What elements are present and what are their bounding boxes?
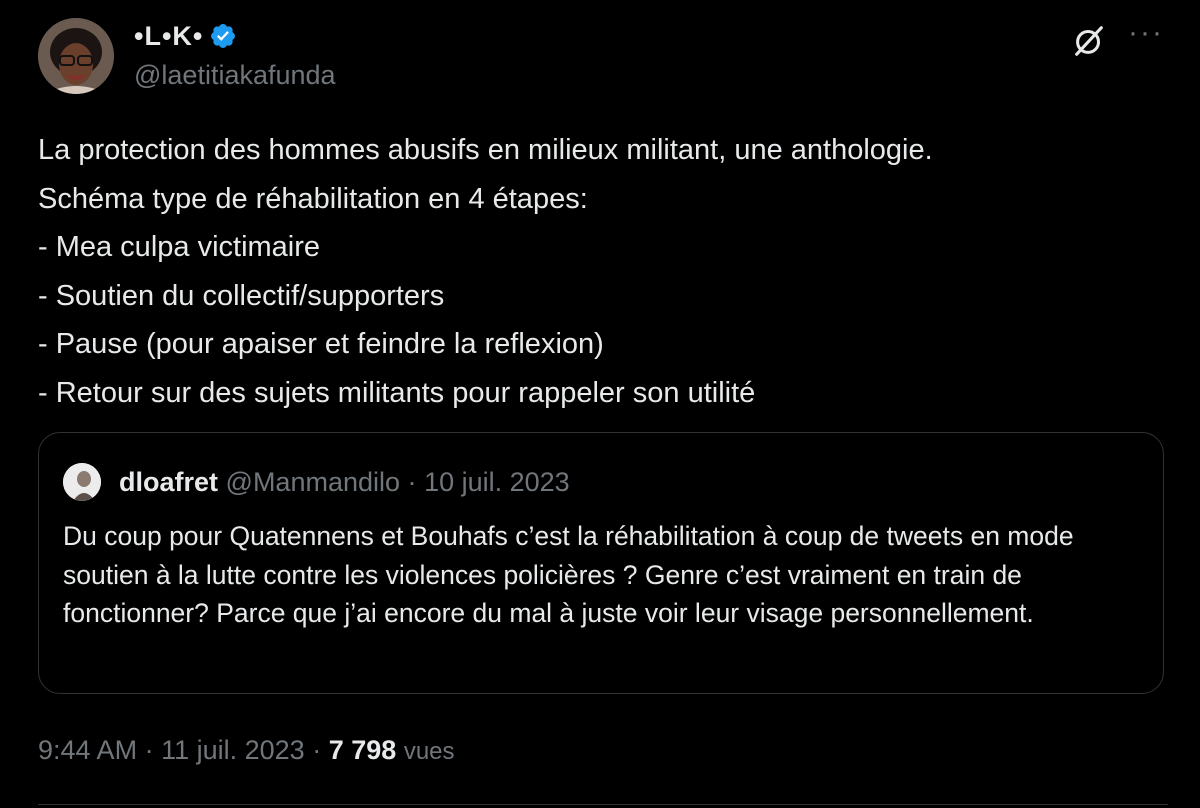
author-name[interactable]: •L•K•: [134, 18, 237, 54]
more-icon[interactable]: ···: [1128, 18, 1164, 48]
quote-author-handle[interactable]: @Manmandilo: [226, 467, 401, 497]
tweet-line: - Pause (pour apaiser et feindre la refl…: [38, 328, 604, 360]
quote-text: Du coup pour Quatennens et Bouhafs c’est…: [63, 521, 1074, 628]
quoted-tweet[interactable]: dloafret @Manmandilo · 10 juil. 2023 Du …: [38, 432, 1164, 694]
author-display-name[interactable]: •L•K•: [134, 18, 203, 54]
tweet-time[interactable]: 9:44 AM: [38, 735, 137, 765]
tweet-line: - Mea culpa victimaire: [38, 231, 321, 263]
tweet-line: La protection des hommes abusifs en mili…: [38, 134, 933, 166]
tweet-line: Schéma type de réhabilitation en 4 étape…: [38, 182, 588, 215]
quote-author-name[interactable]: dloafret: [119, 467, 218, 497]
grok-icon[interactable]: [1070, 22, 1108, 60]
quote-date[interactable]: 10 juil. 2023: [424, 467, 570, 497]
quote-header: dloafret @Manmandilo · 10 juil. 2023: [119, 465, 570, 499]
avatar-image: [38, 18, 114, 94]
tweet-date[interactable]: 11 juil. 2023: [161, 735, 305, 765]
quote-separator: ·: [407, 467, 417, 497]
tweet-meta: 9:44 AM · 11 juil. 2023 · 7 798 vues: [38, 732, 455, 770]
author-handle[interactable]: @laetitiakafunda: [134, 58, 336, 92]
quote-avatar-image: [63, 463, 101, 501]
tweet-text: La protection des hommes abusifs en mili…: [38, 126, 1168, 417]
views-count: 7 798: [328, 735, 397, 765]
quote-avatar[interactable]: [63, 463, 101, 501]
tweet-line: - Soutien du collectif/supporters: [38, 279, 445, 312]
meta-separator: ·: [144, 735, 154, 765]
meta-separator: ·: [312, 735, 322, 765]
views-label: vues: [403, 738, 455, 765]
divider: [38, 804, 1168, 805]
avatar[interactable]: [38, 18, 114, 94]
tweet-line: - Retour sur des sujets militants pour r…: [38, 376, 756, 409]
verified-badge-icon: [211, 24, 236, 48]
tweet: •L•K• @laetitiakafunda ··· La protection…: [0, 0, 1200, 808]
